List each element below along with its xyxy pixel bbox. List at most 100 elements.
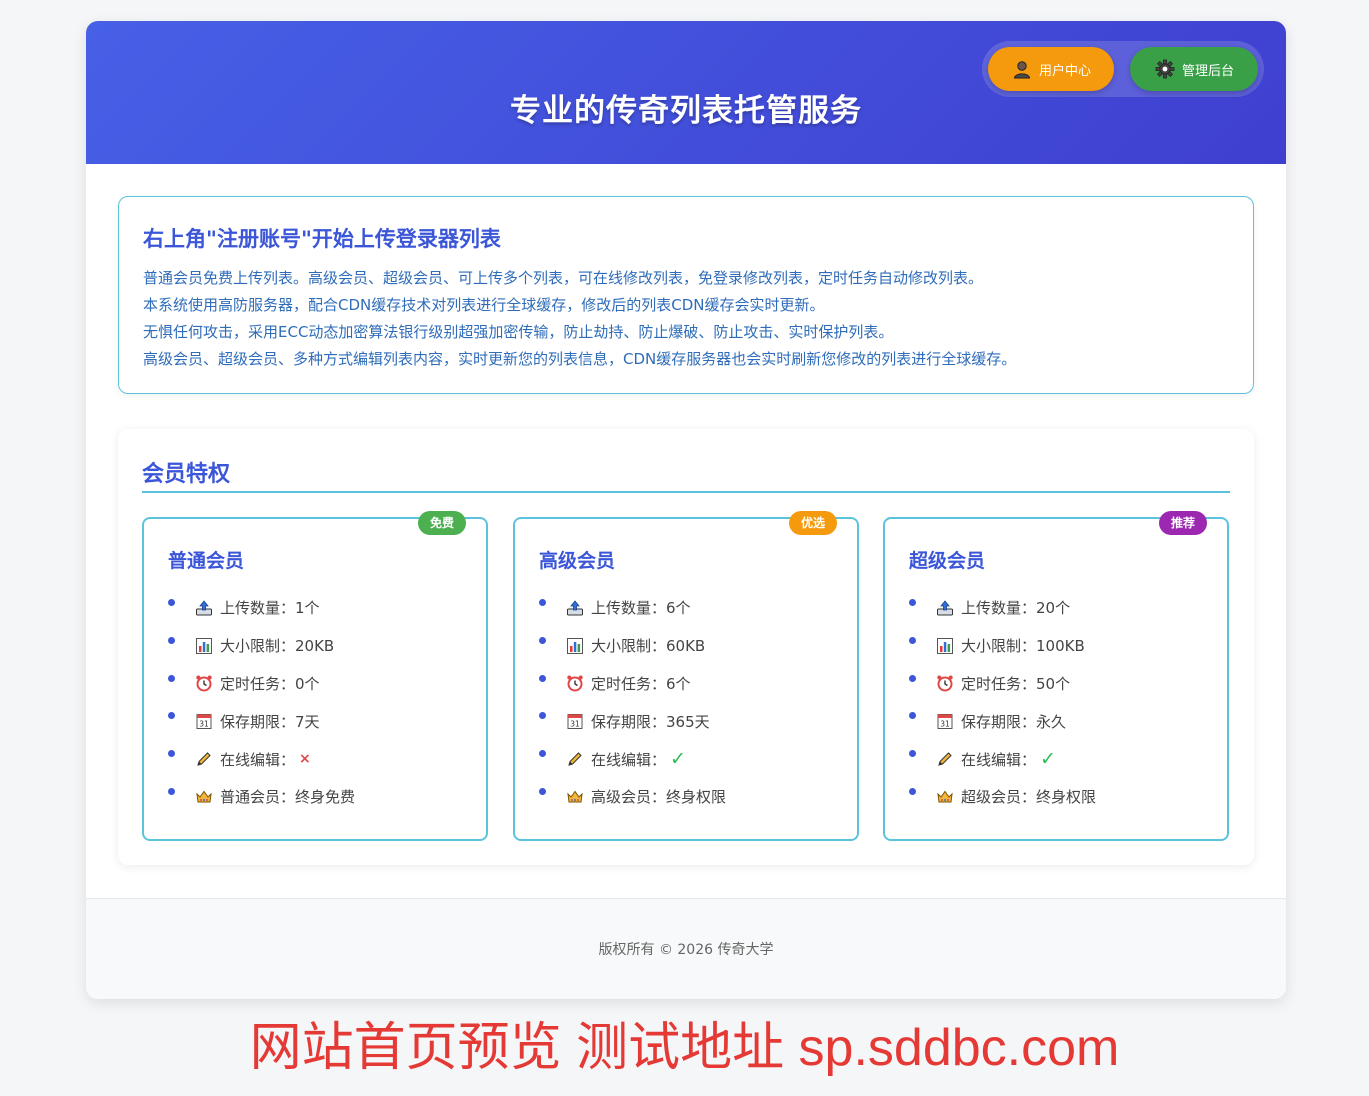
bullet-dot [168,636,175,644]
upload-tray-icon [194,598,214,618]
admin-label: 管理后台 [1181,63,1234,79]
feature-text: 定时任务：6个 [591,674,691,693]
svg-text:31: 31 [940,720,950,729]
bullet-dot [539,750,546,758]
page-card: 专业的传奇列表托管服务 用户中心 管理后台 右上角"注册账号"开始上传登录器列表… [86,21,1286,999]
tier-feature-item: 31 保存期限：7天 [168,702,355,740]
feature-text: 定时任务：50个 [961,674,1071,693]
tier-feature-item: 在线编辑： ✓ [539,740,726,778]
tier-feature-item: 超级会员：终身权限 [909,778,1096,816]
footer: 版权所有 © 2026 传奇大学 [86,898,1286,999]
section-divider [142,491,1230,493]
bullet-dot [909,636,916,644]
bullet-dot [909,787,916,795]
bullet-dot [909,750,916,758]
tier-card-basic: 免费 普通会员 上传数量：1个 大小限制：20KB 定时任务：0个 31 保存期限：7天… [142,511,488,841]
feature-text: 在线编辑： [220,750,296,769]
crown-icon [565,787,585,807]
bullet-dot [168,712,175,720]
tier-name: 超级会员 [909,550,986,572]
feature-text: 普通会员：终身免费 [220,788,356,807]
bullet-dot [539,712,546,720]
header-actions: 用户中心 管理后台 [982,41,1264,97]
tier-card-premium: 优选 高级会员 上传数量：6个 大小限制：60KB 定时任务：6个 31 保存期限：36… [513,511,859,841]
feature-text: 保存期限：365天 [591,712,710,731]
tier-feature-item: 高级会员：终身权限 [539,778,726,816]
tier-feature-item: 普通会员：终身免费 [168,778,355,816]
tier-feature-item: 大小限制：20KB [168,627,355,665]
bar-chart-icon [194,636,214,656]
user-center-button[interactable]: 用户中心 [988,47,1114,91]
feature-text: 上传数量：1个 [220,599,320,618]
crown-icon [935,787,955,807]
feature-text: 大小限制：60KB [591,637,706,656]
feature-text: 上传数量：20个 [961,599,1071,618]
feature-text: 大小限制：20KB [220,637,335,656]
tier-feature-item: 定时任务：0个 [168,665,355,703]
cross-icon: × [299,751,311,768]
feature-text: 保存期限：7天 [220,712,320,731]
tier-name: 普通会员 [168,550,245,572]
upload-tray-icon [935,598,955,618]
copyright-text: 版权所有 © 2026 传奇大学 [598,942,774,958]
notice-line: 无惧任何攻击，采用ECC动态加密算法银行级别超强加密传输，防止劫持、防止爆破、防… [143,323,894,341]
tier-feature-item: 31 保存期限：365天 [539,702,726,740]
bullet-dot [539,599,546,606]
calendar-icon: 31 [565,711,585,731]
gear-icon [1154,58,1176,80]
tier-feature-item: 31 保存期限：永久 [909,702,1096,740]
bullet-dot [539,674,546,682]
tier-feature-list: 上传数量：20个 大小限制：100KB 定时任务：50个 31 保存期限：永久 在线编辑：… [909,589,1096,816]
bullet-dot [168,750,175,758]
tier-badge: 免费 [417,511,466,535]
preview-banner: 网站首页预览 测试地址 sp.sddbc.com [249,1019,1120,1077]
tier-feature-item: 大小限制：100KB [909,627,1096,665]
feature-text: 上传数量：6个 [591,599,691,618]
tier-card-super: 推荐 超级会员 上传数量：20个 大小限制：100KB 定时任务：50个 31 保存期限… [883,511,1229,841]
feature-text: 在线编辑： [961,750,1037,769]
user-center-label: 用户中心 [1038,63,1091,79]
feature-text: 保存期限：永久 [961,712,1067,731]
privileges-section: 会员特权 免费 普通会员 上传数量：1个 大小限制：20KB 定时任务：0个 31 保存… [118,429,1254,865]
tier-feature-item: 在线编辑： × [168,740,355,778]
calendar-icon: 31 [194,711,214,731]
tier-feature-item: 上传数量：20个 [909,589,1096,627]
bullet-dot [539,787,546,795]
feature-text: 大小限制：100KB [961,637,1085,656]
feature-text: 在线编辑： [591,750,667,769]
alarm-clock-icon [194,673,214,693]
notice-box: 右上角"注册账号"开始上传登录器列表 普通会员免费上传列表。高级会员、超级会员、… [118,196,1254,394]
check-icon: ✓ [670,748,686,771]
check-icon: ✓ [1040,748,1056,771]
bullet-dot [168,599,175,606]
svg-text:31: 31 [570,720,580,729]
svg-text:31: 31 [199,720,209,729]
tier-feature-list: 上传数量：6个 大小限制：60KB 定时任务：6个 31 保存期限：365天 在线编辑： ✓… [539,589,726,816]
pencil-icon [194,749,214,769]
alarm-clock-icon [565,673,585,693]
bullet-dot [168,674,175,682]
notice-title: 右上角"注册账号"开始上传登录器列表 [143,227,501,251]
crown-icon [194,787,214,807]
header: 专业的传奇列表托管服务 用户中心 管理后台 [86,21,1286,164]
bullet-dot [909,599,916,606]
bullet-dot [909,674,916,682]
pencil-icon [935,749,955,769]
calendar-icon: 31 [935,711,955,731]
feature-text: 高级会员：终身权限 [591,788,727,807]
tier-feature-item: 定时任务：50个 [909,665,1096,703]
bullet-dot [539,636,546,644]
tier-feature-item: 定时任务：6个 [539,665,726,703]
bullet-dot [168,787,175,795]
notice-line: 普通会员免费上传列表。高级会员、超级会员、可上传多个列表，可在线修改列表，免登录… [143,269,984,287]
section-title: 会员特权 [142,462,231,487]
tier-feature-item: 大小限制：60KB [539,627,726,665]
notice-line: 高级会员、超级会员、多种方式编辑列表内容，实时更新您的列表信息，CDN缓存服务器… [143,350,1017,368]
tier-badge: 优选 [788,511,837,535]
tier-feature-item: 上传数量：6个 [539,589,726,627]
admin-button[interactable]: 管理后台 [1130,47,1258,91]
user-avatar-icon [1011,58,1033,80]
feature-text: 定时任务：0个 [220,674,320,693]
bar-chart-icon [935,636,955,656]
tier-badge: 推荐 [1158,511,1207,535]
